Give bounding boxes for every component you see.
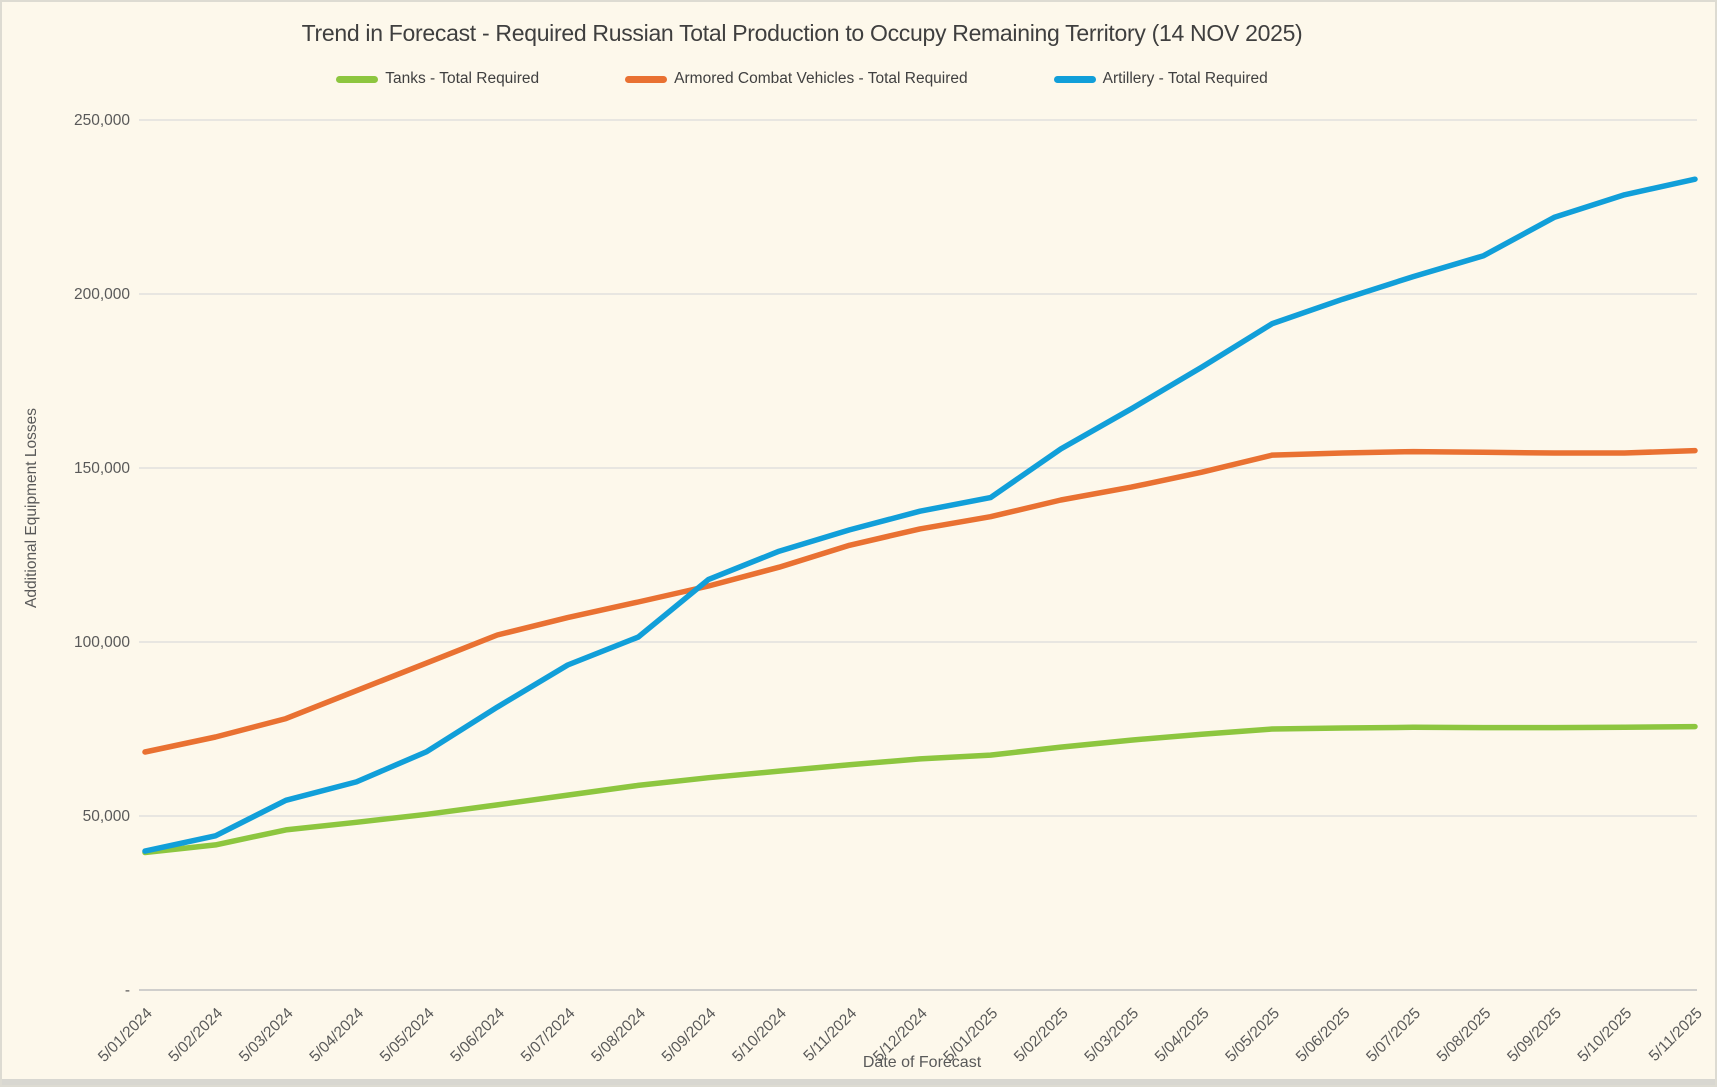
y-tick-label: - [125,982,130,999]
x-axis-title: Date of Forecast [122,1054,1717,1072]
y-axis-title: Additional Equipment Losses [23,378,41,638]
series-line [145,727,1695,853]
y-tick-label: 250,000 [74,112,130,129]
y-tick-label: 50,000 [83,808,131,825]
plot-area: -50,000100,000150,000200,000250,0005/01/… [2,2,1717,1087]
window-edge [2,1079,1715,1085]
series-line [145,451,1695,752]
y-tick-label: 150,000 [74,460,130,477]
series-line [145,179,1695,851]
chart-canvas: Trend in Forecast - Required Russian Tot… [0,0,1717,1087]
y-tick-label: 100,000 [74,634,130,651]
y-tick-label: 200,000 [74,286,130,303]
